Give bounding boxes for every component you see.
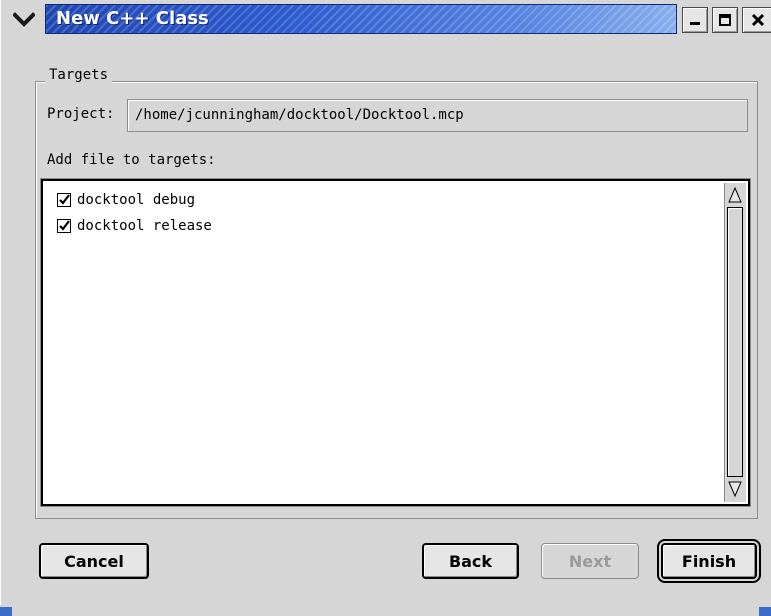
title-bar[interactable]: New C++ Class xyxy=(1,0,771,38)
target-label: docktool debug xyxy=(77,192,196,208)
add-file-to-targets-label: Add file to targets: xyxy=(47,152,216,168)
maximize-icon xyxy=(719,14,731,26)
title-strip: New C++ Class xyxy=(45,4,677,34)
targets-list[interactable]: docktool debug docktool release xyxy=(41,179,750,506)
scroll-up-arrow-icon[interactable] xyxy=(727,185,743,205)
scroll-down-arrow-icon[interactable] xyxy=(727,479,743,499)
project-label: Project: xyxy=(47,106,115,122)
minimize-icon xyxy=(690,22,700,25)
next-button[interactable]: Next xyxy=(541,543,639,579)
window-menu-chevron-icon[interactable] xyxy=(5,6,43,34)
window-bottom-edge xyxy=(0,605,771,616)
target-item-debug[interactable]: docktool debug xyxy=(57,189,195,211)
minimize-button[interactable] xyxy=(682,7,708,33)
cancel-button[interactable]: Cancel xyxy=(39,543,149,579)
dialog-window: New C++ Class Targets Project: /home/jcu… xyxy=(0,0,771,605)
vertical-scrollbar[interactable] xyxy=(724,183,746,502)
checkbox-checked-icon[interactable] xyxy=(57,193,71,207)
targets-group-title: Targets xyxy=(45,67,113,83)
finish-button[interactable]: Finish xyxy=(657,539,761,583)
checkbox-checked-icon[interactable] xyxy=(57,219,71,233)
maximize-button[interactable] xyxy=(712,7,738,33)
window-title: New C++ Class xyxy=(56,8,209,29)
target-label: docktool release xyxy=(77,218,212,234)
close-icon xyxy=(751,13,764,27)
back-button[interactable]: Back xyxy=(422,543,519,579)
target-item-release[interactable]: docktool release xyxy=(57,215,212,237)
taskbar-fragment-right xyxy=(759,607,771,616)
scroll-track[interactable] xyxy=(727,207,743,477)
project-path-field: /home/jcunningham/docktool/Docktool.mcp xyxy=(127,99,748,132)
taskbar-fragment-left xyxy=(0,607,12,616)
close-button[interactable] xyxy=(742,7,771,33)
